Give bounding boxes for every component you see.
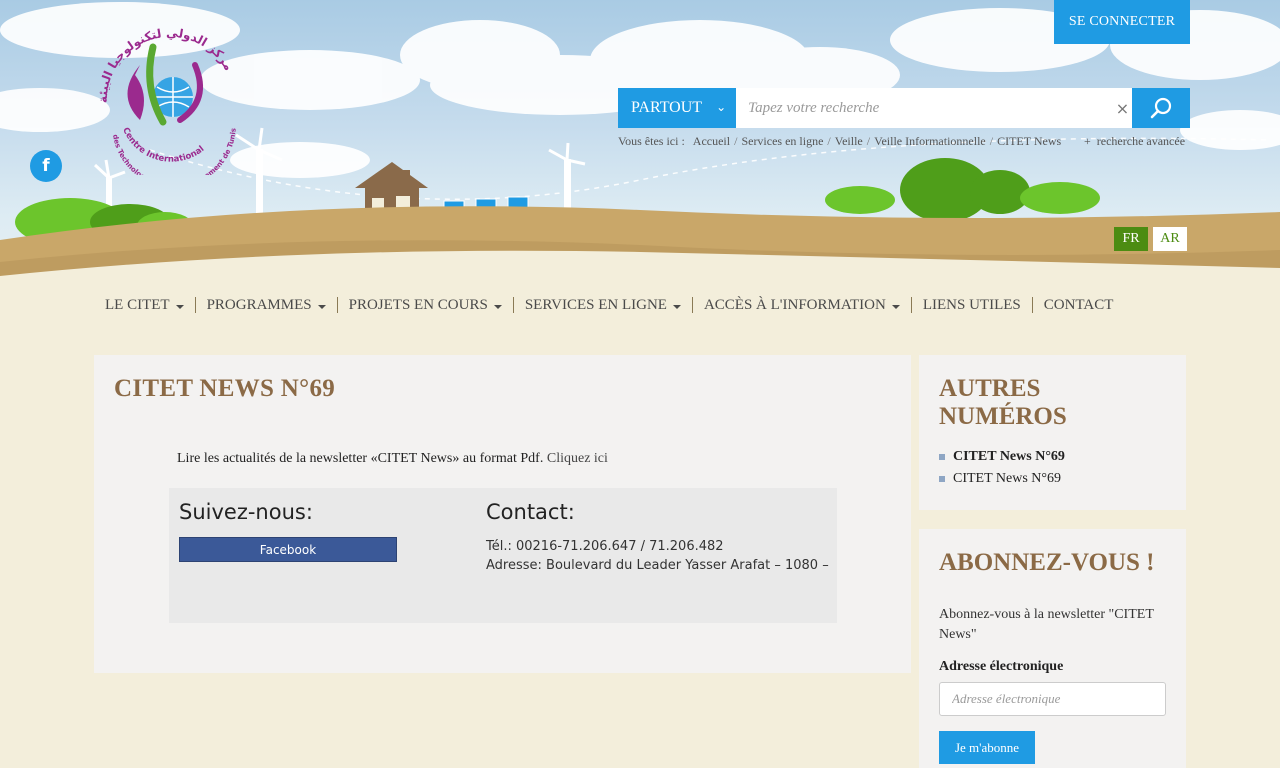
issue-link[interactable]: CITET News N°69 — [939, 471, 1061, 487]
search-scope-dropdown[interactable]: PARTOUT ⌄ — [618, 88, 737, 128]
contact-address: Adresse: Boulevard du Leader Yasser Araf… — [486, 558, 829, 573]
subscribe-title: ABONNEZ-VOUS ! — [939, 549, 1155, 576]
header-banner: مركز الدولي لتكنولوجيا البيئة Centre Int… — [0, 0, 1280, 280]
breadcrumb-current: CITET News — [997, 134, 1062, 148]
breadcrumb-label: Vous êtes ici : — [618, 134, 685, 148]
caret-down-icon — [672, 304, 681, 309]
advanced-search-link[interactable]: + recherche avancée — [1084, 134, 1185, 149]
nav-item-contact[interactable]: CONTACT — [1031, 297, 1125, 313]
breadcrumb-services[interactable]: Services en ligne — [741, 134, 823, 149]
nav-item-liens-utiles[interactable]: LIENS UTILES — [910, 297, 1032, 313]
nav-item-acces-information[interactable]: ACCÈS À L'INFORMATION — [691, 297, 911, 313]
citet-logo[interactable]: مركز الدولي لتكنولوجيا البيئة Centre Int… — [95, 25, 245, 175]
email-field[interactable] — [939, 682, 1166, 716]
email-label: Adresse électronique — [939, 659, 1064, 674]
bullet-icon — [939, 476, 945, 482]
facebook-button[interactable]: Facebook — [179, 537, 397, 562]
svg-text:Centre International: Centre International — [120, 126, 206, 165]
caret-down-icon — [493, 304, 502, 309]
nav-item-services[interactable]: SERVICES EN LIGNE — [512, 297, 692, 313]
page-title: CITET NEWS N°69 — [114, 375, 336, 402]
follow-title: Suivez-nous: — [179, 500, 313, 524]
subscribe-text: Abonnez-vous à la newsletter "CITET News… — [939, 607, 1154, 642]
subscribe-panel: ABONNEZ-VOUS ! Abonnez-vous à la newslet… — [919, 529, 1186, 768]
nav-item-le-citet[interactable]: LE CITET — [94, 297, 195, 313]
breadcrumb-veille-info[interactable]: Veille Informationnelle — [874, 134, 986, 149]
plus-icon: + — [1084, 134, 1091, 148]
main-nav: LE CITET PROGRAMMES PROJETS EN COURS SER… — [94, 293, 1124, 317]
contact-phone: Tél.: 00216-71.206.647 / 71.206.482 — [486, 539, 724, 554]
chevron-down-icon: ⌄ — [716, 99, 727, 114]
search-button[interactable] — [1132, 88, 1191, 128]
search-icon — [1150, 97, 1172, 119]
other-issues-panel: AUTRES NUMÉROS CITET News N°69 CITET New… — [919, 355, 1186, 510]
pdf-link[interactable]: Cliquez ici — [547, 451, 608, 466]
breadcrumb-veille[interactable]: Veille — [835, 134, 863, 149]
breadcrumb: Vous êtes ici : Accueil / Services en li… — [618, 134, 1062, 149]
search-bar: PARTOUT ⌄ × — [618, 88, 1191, 128]
breadcrumb-accueil[interactable]: Accueil — [693, 134, 730, 149]
other-issues-title: AUTRES NUMÉROS — [939, 375, 1067, 430]
caret-down-icon — [891, 304, 900, 309]
search-scope-label: PARTOUT — [631, 99, 703, 116]
facebook-icon[interactable]: f — [30, 150, 62, 182]
subscribe-button[interactable]: Je m'abonne — [939, 731, 1035, 764]
main-content: CITET NEWS N°69 Lire les actualités de l… — [94, 355, 911, 673]
contact-title: Contact: — [486, 500, 575, 524]
issue-link[interactable]: CITET News N°69 — [939, 449, 1065, 465]
logo-name-line-1: Centre International — [120, 126, 206, 165]
search-input[interactable] — [736, 88, 1113, 128]
nav-item-programmes[interactable]: PROGRAMMES — [194, 297, 337, 313]
intro-text: Lire les actualités de la newsletter «CI… — [177, 451, 608, 466]
info-box: Suivez-nous: Facebook Contact: Tél.: 002… — [169, 488, 837, 623]
caret-down-icon — [175, 304, 184, 309]
nav-item-projets[interactable]: PROJETS EN COURS — [336, 297, 513, 313]
bullet-icon — [939, 454, 945, 460]
login-button[interactable]: SE CONNECTER — [1054, 0, 1190, 44]
caret-down-icon — [317, 304, 326, 309]
clear-search-icon[interactable]: × — [1112, 88, 1133, 128]
lang-ar-button[interactable]: AR — [1153, 227, 1187, 251]
lang-fr-button[interactable]: FR — [1114, 227, 1148, 251]
